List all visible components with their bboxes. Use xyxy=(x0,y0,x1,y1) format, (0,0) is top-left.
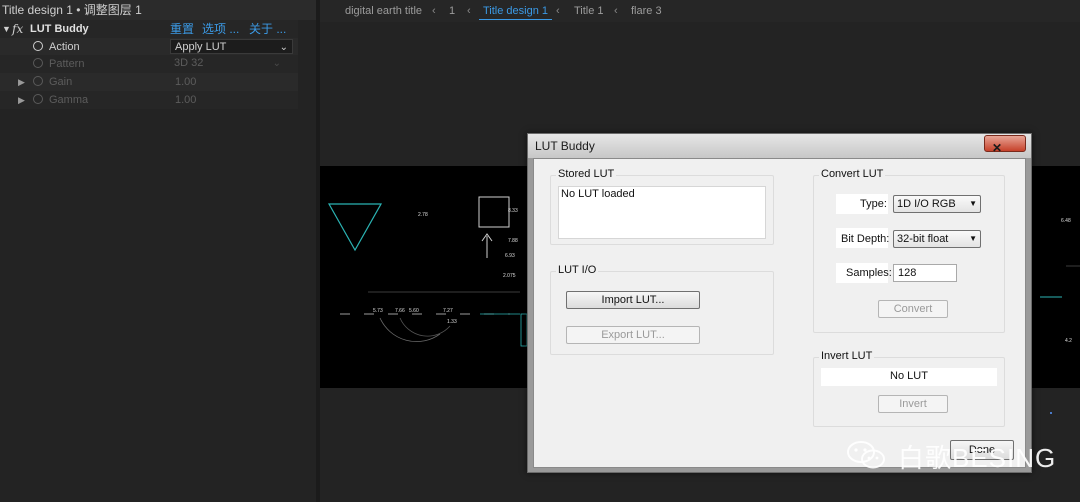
action-dropdown[interactable]: Apply LUT ⌄ xyxy=(170,39,293,54)
stopwatch-icon xyxy=(33,94,43,104)
breadcrumb-item[interactable]: flare 3 xyxy=(631,0,662,22)
canvas-value-label: 5.73 xyxy=(373,308,383,314)
canvas-value-label: 4.2 xyxy=(1065,338,1072,344)
about-link[interactable]: 关于 ... xyxy=(249,20,286,38)
stopwatch-icon xyxy=(33,76,43,86)
dialog-titlebar[interactable]: LUT Buddy ✕ xyxy=(528,134,1031,158)
param-label: Pattern xyxy=(49,58,85,70)
fx-icon[interactable]: fx xyxy=(12,20,23,38)
breadcrumb-item[interactable]: Title 1 xyxy=(574,0,604,22)
samples-label: Samples: xyxy=(846,267,892,279)
breadcrumb-item-active[interactable]: Title design 1 xyxy=(478,0,553,22)
chevron-down-icon: ⌄ xyxy=(279,42,288,53)
convert-lut-label: Convert LUT xyxy=(819,168,886,180)
dialog-title: LUT Buddy xyxy=(535,139,595,153)
chevron-left-icon: ‹ xyxy=(614,5,618,17)
canvas-value-label: 1.33 xyxy=(447,319,457,325)
bit-depth-dropdown-value: 32-bit float xyxy=(897,233,949,245)
invert-lut-text: No LUT xyxy=(890,370,928,382)
stored-lut-text: No LUT loaded xyxy=(561,188,635,200)
param-value: 1.00 xyxy=(175,76,197,88)
close-icon: ✕ xyxy=(992,141,1003,155)
param-row-pattern: Pattern 3D 32 ⌄ xyxy=(0,55,298,73)
effect-name: LUT Buddy xyxy=(30,23,89,35)
watermark-text: 白歌BESING xyxy=(898,443,1057,473)
param-label: Gain xyxy=(49,76,73,88)
dialog-body: Stored LUT No LUT loaded LUT I/O Import … xyxy=(533,158,1026,468)
param-row-gamma: ▶ Gamma 1.00 xyxy=(0,91,298,109)
close-button[interactable]: ✕ xyxy=(984,135,1026,155)
chevron-down-icon: ⌄ xyxy=(272,58,281,69)
lut-buddy-dialog: LUT Buddy ✕ Stored LUT No LUT loaded LUT… xyxy=(527,133,1032,473)
chevron-left-icon: ‹ xyxy=(432,5,436,17)
canvas-value-label: 7.88 xyxy=(508,238,518,244)
canvas-value-label: 5.60 xyxy=(409,308,419,314)
stray-pixel xyxy=(1050,412,1052,414)
import-lut-button[interactable]: Import LUT... xyxy=(566,291,700,309)
effect-row-lut-buddy[interactable]: ▼ fx LUT Buddy 重置 选项 ... 关于 ... xyxy=(0,20,298,38)
pattern-dropdown: 3D 32 ⌄ xyxy=(170,56,293,71)
effect-controls-header: Title design 1 • 调整图层 1 xyxy=(0,0,316,20)
canvas-value-label: 7.66 xyxy=(395,308,405,314)
canvas-value-label: 6.48 xyxy=(1061,218,1071,224)
dropdown-arrow-icon: ▼ xyxy=(969,199,977,208)
bit-depth-label: Bit Depth: xyxy=(841,233,890,245)
samples-input-value: 128 xyxy=(898,267,917,279)
type-dropdown-value: 1D I/O RGB xyxy=(897,198,956,210)
bit-depth-dropdown[interactable]: 32-bit float ▼ xyxy=(893,230,981,248)
param-row-gain: ▶ Gain 1.00 xyxy=(0,73,298,91)
type-dropdown[interactable]: 1D I/O RGB ▼ xyxy=(893,195,981,213)
stored-lut-display: No LUT loaded xyxy=(558,186,766,239)
expand-triangle-icon[interactable]: ▶ xyxy=(18,91,25,109)
effect-controls-panel: Title design 1 • 调整图层 1 ▼ fx LUT Buddy 重… xyxy=(0,0,316,502)
breadcrumb-item[interactable]: 1 xyxy=(449,0,455,22)
breadcrumb-item[interactable]: digital earth title xyxy=(345,0,422,22)
lut-io-label: LUT I/O xyxy=(556,264,599,276)
watermark: 白歌BESING xyxy=(846,438,1057,473)
reset-link[interactable]: 重置 xyxy=(170,20,194,38)
composition-breadcrumb: digital earth title ‹ 1 ‹ Title design 1… xyxy=(320,0,1080,22)
convert-button[interactable]: Convert xyxy=(878,300,948,318)
expand-triangle-icon[interactable]: ▶ xyxy=(18,73,25,91)
collapse-triangle-icon[interactable]: ▼ xyxy=(2,20,11,38)
canvas-value-label: 2.78 xyxy=(418,212,428,218)
export-lut-button[interactable]: Export LUT... xyxy=(566,326,700,344)
param-label: Gamma xyxy=(49,94,89,106)
invert-lut-display: No LUT xyxy=(821,368,997,386)
samples-input[interactable]: 128 xyxy=(893,264,957,282)
canvas-value-label: 8.33 xyxy=(508,208,518,214)
stopwatch-icon[interactable] xyxy=(33,41,43,51)
options-link[interactable]: 选项 ... xyxy=(202,20,239,38)
pattern-dropdown-value: 3D 32 xyxy=(174,57,204,69)
stopwatch-icon xyxy=(33,58,43,68)
param-row-action: Action Apply LUT ⌄ xyxy=(0,38,298,56)
chevron-left-icon: ‹ xyxy=(556,5,560,17)
param-label: Action xyxy=(49,41,80,53)
chevron-left-icon: ‹ xyxy=(467,5,471,17)
dropdown-arrow-icon: ▼ xyxy=(969,234,977,243)
wechat-icon xyxy=(847,441,885,469)
action-dropdown-value: Apply LUT xyxy=(175,41,227,53)
type-label: Type: xyxy=(860,198,887,210)
canvas-value-label: 7.27 xyxy=(443,308,453,314)
stored-lut-label: Stored LUT xyxy=(556,168,617,180)
invert-lut-label: Invert LUT xyxy=(819,350,875,362)
canvas-value-label: 6.93 xyxy=(505,253,515,259)
canvas-value-label: 2.075 xyxy=(503,273,516,279)
invert-button[interactable]: Invert xyxy=(878,395,948,413)
param-value: 1.00 xyxy=(175,94,197,106)
